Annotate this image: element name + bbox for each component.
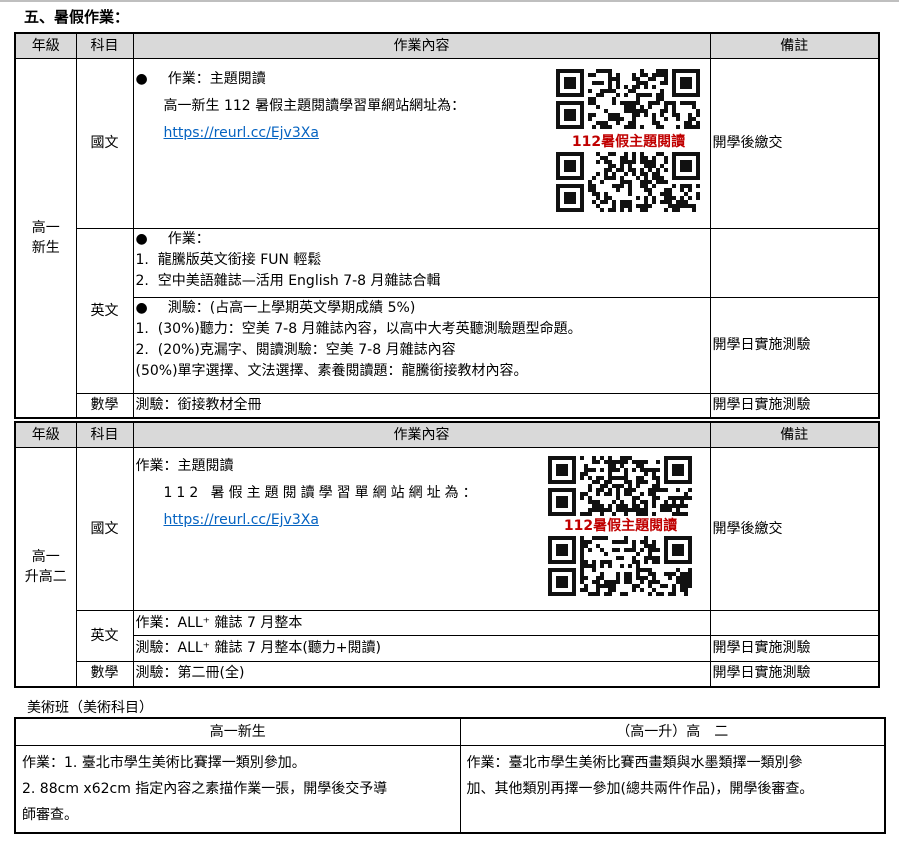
subject-english: 英文: [75, 228, 134, 394]
table-header-row: 年級 科目 作業內容 備註: [14, 421, 880, 448]
content-cell: 測驗：ALL⁺ 雜誌 7 月整本(聽力+閱讀): [132, 635, 711, 662]
grade-cell: 高一 升高二: [14, 447, 77, 687]
top-rule: [0, 0, 899, 2]
list-item: 1. (30%)聽力：空美 7-8 月雜誌內容，以高中大考英聽測驗題型命題。: [135, 321, 582, 337]
table-row: 高一 升高二 國文 112暑假主題閱讀 作業：主題閱讀 112 暑假主題閱讀學習…: [14, 447, 880, 687]
note-cell: 開學後繳交: [709, 447, 880, 611]
table-row: 測驗：ALL⁺ 雜誌 7 月整本(聽力+閱讀) 開學日實施測驗: [15, 635, 880, 662]
bullet-icon: ●: [135, 300, 148, 316]
note-cell: [709, 228, 880, 298]
table-header-row: 年級 科目 作業內容 備註: [14, 32, 880, 59]
qr-label: 112暑假主題閱讀: [571, 134, 686, 150]
header-grade: 年級: [14, 32, 77, 59]
table-row: 英文 ● 作業： 1. 龍騰版英文銜接 FUN 輕鬆 2. 空中美語雜誌—活用 E…: [15, 228, 880, 394]
header-notes: 備註: [709, 421, 880, 448]
note-cell: 開學日實施測驗: [709, 661, 880, 687]
note-cell: [709, 610, 880, 636]
header-content: 作業內容: [132, 32, 711, 59]
list-item: (50%)單字選擇、文法選擇、素養閱讀題：龍騰銜接教材內容。: [135, 363, 528, 379]
content-cell: 作業：ALL⁺ 雜誌 7 月整本: [132, 610, 711, 636]
content-cell: ● 作業： 1. 龍騰版英文銜接 FUN 輕鬆 2. 空中美語雜誌—活用 Engl…: [132, 228, 711, 298]
content-cell: 112暑假主題閱讀 作業：主題閱讀 112 暑假主題閱讀學習單網站網址為： ht…: [132, 447, 711, 611]
content-cell: 作業：1. 臺北市學生美術比賽擇一類別參加。 2. 88cm x62cm 指定內…: [14, 745, 461, 834]
list-item: 1. 龍騰版英文銜接 FUN 輕鬆: [135, 252, 322, 268]
table-row: 英文 作業：ALL⁺ 雜誌 7 月整本: [15, 610, 880, 662]
art-homework-table: 高一新生 （高一升）高 二 作業：1. 臺北市學生美術比賽擇一類別參加。 2. …: [14, 717, 886, 834]
qr-code-icon: [555, 69, 700, 129]
table-row: 數學 測驗：第二冊(全) 開學日實施測驗: [15, 661, 880, 687]
homework-link[interactable]: https://reurl.cc/Ejv3Xa: [164, 125, 319, 141]
bullet-icon: ●: [135, 71, 148, 87]
table-row: 作業：1. 臺北市學生美術比賽擇一類別參加。 2. 88cm x62cm 指定內…: [14, 745, 886, 834]
art-class-title: 美術班（美術科目）: [27, 700, 153, 716]
qr-code-icon: [555, 152, 700, 212]
note-cell: 開學日實施測驗: [709, 635, 880, 662]
content-cell: 測驗：銜接教材全冊: [132, 393, 711, 418]
section-title: 五、暑假作業：: [24, 8, 130, 26]
header-content: 作業內容: [132, 421, 711, 448]
content-cell: 112暑假主題閱讀 ● 作業：主題閱讀 高一新生 112 暑假主題閱讀學習單網站網…: [132, 58, 711, 229]
qr-code-block: 112暑假主題閱讀: [547, 456, 694, 596]
bullet-icon: ●: [135, 231, 148, 247]
note-cell: 開學後繳交: [709, 58, 880, 229]
art-header-freshman: 高一新生: [14, 717, 461, 746]
qr-code-icon: [547, 456, 692, 516]
header-subject: 科目: [75, 421, 134, 448]
list-item: 2. (20%)克漏字、閱讀測驗：空美 7-8 月雜誌內容: [135, 342, 456, 358]
list-item: 2. 空中美語雜誌—活用 English 7-8 月雜誌合輯: [135, 273, 441, 289]
table-row: 高一 新生 國文 112暑假主題閱讀 ● 作業：主題閱讀 高一新生 112 暑假主…: [14, 58, 880, 418]
subject-chinese: 國文: [75, 447, 134, 611]
content-cell: 測驗：第二冊(全): [132, 661, 711, 687]
table-row: 數學 測驗：銜接教材全冊 開學日實施測驗: [15, 393, 880, 418]
homework-link[interactable]: https://reurl.cc/Ejv3Xa: [164, 512, 319, 528]
table-row: ● 測驗：(占高一上學期英文學期成績 5%) 1. (30%)聽力：空美 7-8 …: [15, 297, 880, 394]
table-header-row: 高一新生 （高一升）高 二: [14, 717, 886, 746]
subject-english: 英文: [75, 610, 134, 662]
note-cell: 開學日實施測驗: [709, 393, 880, 418]
subject-math: 數學: [75, 393, 134, 418]
art-header-sophomore: （高一升）高 二: [459, 717, 886, 746]
qr-code-block: 112暑假主題閱讀: [555, 69, 702, 212]
subject-math: 數學: [75, 661, 134, 687]
note-cell: 開學日實施測驗: [709, 297, 880, 394]
subject-chinese: 國文: [75, 58, 134, 229]
qr-code-icon: [547, 536, 692, 596]
header-grade: 年級: [14, 421, 77, 448]
content-cell: ● 測驗：(占高一上學期英文學期成績 5%) 1. (30%)聽力：空美 7-8 …: [132, 297, 711, 394]
header-notes: 備註: [709, 32, 880, 59]
content-cell: 作業：臺北市學生美術比賽西畫類與水墨類擇一類別參 加、其他類別再擇一參加(總共兩…: [459, 745, 886, 834]
homework-table: 年級 科目 作業內容 備註 高一 新生 國文 112暑假主題閱讀 ● 作業：主題閱…: [14, 32, 880, 419]
grade-cell: 高一 新生: [14, 58, 77, 418]
homework-table-2: 年級 科目 作業內容 備註 高一 升高二 國文 112暑假主題閱讀 作業：主題閱…: [14, 421, 880, 688]
qr-label: 112暑假主題閱讀: [563, 518, 678, 534]
homework-title: 作業：主題閱讀: [167, 71, 266, 87]
header-subject: 科目: [75, 32, 134, 59]
